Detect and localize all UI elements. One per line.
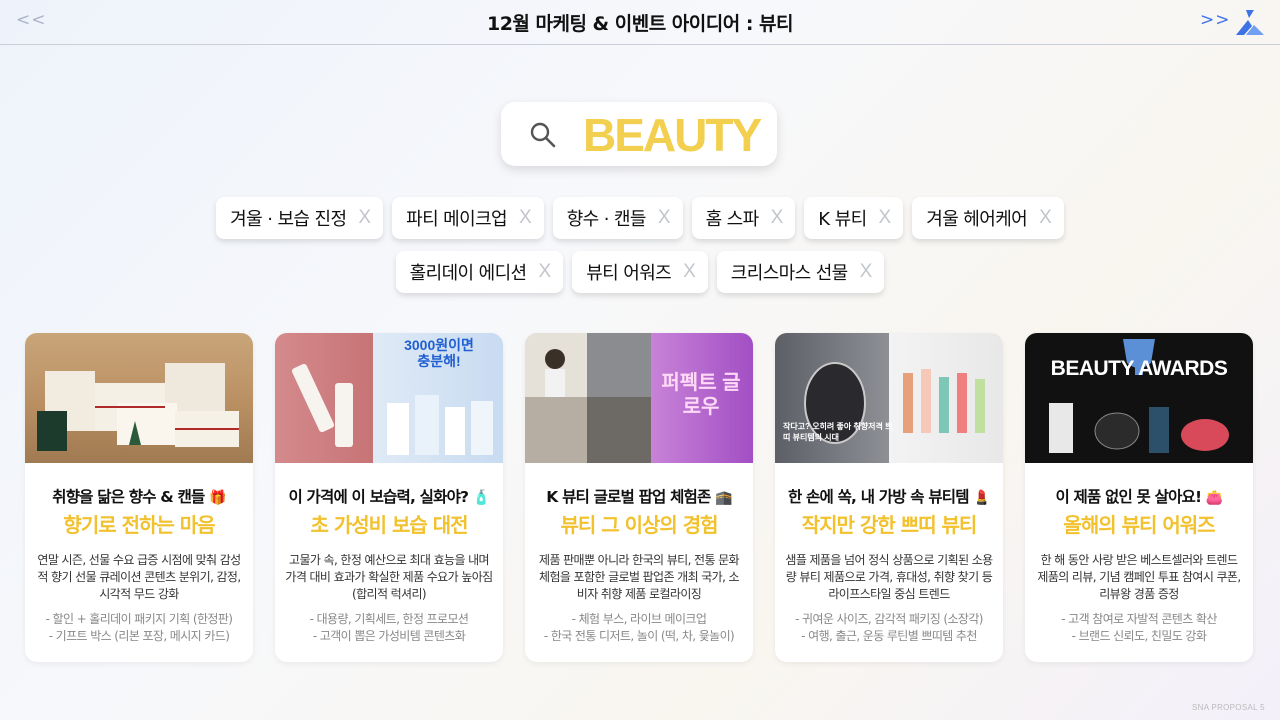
top-bar: << 12월 마케팅 & 이벤트 아이디어 : 뷰티 >> [0, 0, 1280, 45]
image-caption: 퍼펙트 글로우 [661, 372, 741, 418]
tag-beauty-awards[interactable]: 뷰티 어워즈 X [572, 251, 708, 293]
remove-tag-icon[interactable]: X [519, 207, 532, 229]
card-point: - 고객 참여로 자발적 콘텐츠 확산 [1061, 612, 1217, 626]
search-term: BEAUTY [583, 109, 762, 161]
card-point: - 귀여운 사이즈, 감각적 패키징 (소장각) [795, 612, 983, 626]
tag-holiday-edition[interactable]: 홀리데이 에디션 X [395, 251, 564, 293]
tag-party-makeup[interactable]: 파티 메이크업 X [392, 197, 544, 239]
card-highlight: 작지만 강한 쁘띠 뷰티 [801, 513, 978, 537]
remove-tag-icon[interactable]: X [879, 207, 892, 229]
card-point: - 한국 전통 디저트, 놀이 (떡, 차, 윷놀이) [543, 629, 735, 643]
lipstick-icon: 💄 [973, 490, 990, 506]
card-highlight: 향기로 전하는 마음 [63, 513, 215, 537]
card-title: 취향을 닮은 향수 & 캔들 🎁 [52, 488, 226, 506]
lotion-icon: 🧴 [472, 490, 490, 506]
tag-label: 겨울 헤어케어 [926, 209, 1028, 230]
card-points: - 고객 참여로 자발적 콘텐츠 확산 - 브랜드 신뢰도, 친밀도 강화 [1031, 611, 1247, 645]
card-title: 한 손에 쏙, 내 가방 속 뷰티템 💄 [788, 488, 991, 506]
idea-card-awards[interactable]: BEAUTY AWARDS 이 제품 없인 못 살아요! 👛 올해의 뷰티 어워… [1025, 333, 1253, 662]
card-points: - 할인 + 홀리데이 패키지 기획 (한정판) - 기프트 박스 (리본 포장… [31, 611, 247, 645]
idea-card-popup[interactable]: 퍼펙트 글로우 K 뷰티 글로벌 팝업 체험존 🕋 뷰티 그 이상의 경험 제품… [525, 333, 753, 662]
card-highlight: 뷰티 그 이상의 경험 [560, 513, 718, 537]
footer-page-label: SNA PROPOSAL 5 [1192, 703, 1265, 712]
tag-winter-moisture[interactable]: 겨울 · 보습 진정 X [216, 197, 384, 239]
gift-box-image [25, 333, 253, 463]
image-caption: BEAUTY AWARDS [1050, 357, 1228, 380]
idea-cards: 취향을 닮은 향수 & 캔들 🎁 향기로 전하는 마음 연말 시즌, 선물 수요… [25, 333, 1253, 662]
card-point: - 고객이 뽑은 가성비템 콘텐츠화 [312, 629, 466, 643]
tag-christmas-gift[interactable]: 크리스마스 선물 X [716, 251, 885, 293]
card-point: - 여행, 출근, 운동 루틴별 쁘띠템 추천 [801, 629, 977, 643]
tag-k-beauty[interactable]: K 뷰티 X [804, 197, 904, 239]
gift-icon: 🎁 [209, 490, 226, 506]
tag-label: K 뷰티 [818, 209, 867, 230]
remove-tag-icon[interactable]: X [860, 261, 873, 283]
card-points: - 귀여운 사이즈, 감각적 패키징 (소장각) - 여행, 출근, 운동 루틴… [781, 611, 997, 645]
card-description: 샘플 제품을 넘어 정식 상품으로 기획된 소용량 뷰티 제품으로 가격, 휴대… [785, 553, 993, 601]
card-point: - 대용량, 기획세트, 한정 프로모션 [309, 612, 469, 626]
card-description: 한 해 동안 사랑 받은 베스트셀러와 트렌드 제품의 리뷰, 기념 캠페인 투… [1037, 553, 1241, 601]
remove-tag-icon[interactable]: X [358, 207, 371, 229]
card-title: 이 가격에 이 보습력, 실화야? 🧴 [288, 488, 491, 506]
tag-winter-haircare[interactable]: 겨울 헤어케어 X [912, 197, 1064, 239]
search-icon [530, 122, 556, 148]
tag-home-spa[interactable]: 홈 스파 X [691, 197, 796, 239]
remove-tag-icon[interactable]: X [683, 261, 696, 283]
idea-card-moisture[interactable]: 3000원이면 충분해! 이 가격에 이 보습력, 실화야? 🧴 초 가성비 보… [275, 333, 503, 662]
popup-store-image: 퍼펙트 글로우 [525, 333, 753, 463]
mini-cosmetics-image: 작다고? 오히려 좋아 취향저격 쁘띠 뷰티템의 시대 [775, 333, 1003, 463]
card-point: - 기프트 박스 (리본 포장, 메시지 카드) [48, 629, 230, 643]
tag-label: 겨울 · 보습 진정 [230, 209, 347, 230]
card-points: - 대용량, 기획세트, 한정 프로모션 - 고객이 뽑은 가성비템 콘텐츠화 [281, 611, 497, 645]
tag-label: 뷰티 어워즈 [586, 263, 672, 284]
card-point: - 체험 부스, 라이브 메이크업 [571, 612, 707, 626]
tag-label: 향수 · 캔들 [566, 209, 647, 230]
image-caption: 3000원이면 충분해! [404, 337, 474, 369]
remove-tag-icon[interactable]: X [1039, 207, 1052, 229]
search-box[interactable]: BEAUTY [501, 102, 777, 166]
idea-card-petit[interactable]: 작다고? 오히려 좋아 취향저격 쁘띠 뷰티템의 시대 한 손에 쏙, 내 가방… [775, 333, 1003, 662]
tag-label: 홈 스파 [705, 209, 760, 230]
card-title: K 뷰티 글로벌 팝업 체험존 🕋 [546, 488, 732, 506]
idea-card-perfume[interactable]: 취향을 닮은 향수 & 캔들 🎁 향기로 전하는 마음 연말 시즌, 선물 수요… [25, 333, 253, 662]
tag-label: 크리스마스 선물 [730, 263, 848, 284]
card-highlight: 초 가성비 보습 대전 [310, 513, 468, 537]
remove-tag-icon[interactable]: X [658, 207, 671, 229]
kaaba-icon: 🕋 [715, 490, 732, 506]
image-caption: 작다고? 오히려 좋아 취향저격 쁘띠 뷰티템의 시대 [783, 422, 893, 442]
tag-row-2: 홀리데이 에디션 X 뷰티 어워즈 X 크리스마스 선물 X [0, 251, 1280, 293]
next-page-button[interactable]: >> [1200, 10, 1231, 30]
remove-tag-icon[interactable]: X [771, 207, 784, 229]
card-description: 고물가 속, 한정 예산으로 최대 효능을 내며 가격 대비 효과가 확실한 제… [285, 553, 493, 601]
tag-label: 홀리데이 에디션 [409, 263, 527, 284]
prev-page-button[interactable]: << [16, 10, 47, 30]
remove-tag-icon[interactable]: X [539, 261, 552, 283]
beauty-awards-image: BEAUTY AWARDS [1025, 333, 1253, 463]
card-description: 연말 시즌, 선물 수요 급증 시점에 맞춰 감성적 향기 선물 큐레이션 콘텐… [37, 553, 241, 601]
purse-icon: 👛 [1205, 490, 1223, 506]
tag-row-1: 겨울 · 보습 진정 X 파티 메이크업 X 향수 · 캔들 X 홈 스파 X … [0, 197, 1280, 239]
card-title: 이 제품 없인 못 살아요! 👛 [1055, 488, 1223, 506]
card-highlight: 올해의 뷰티 어워즈 [1063, 513, 1215, 537]
card-points: - 체험 부스, 라이브 메이크업 - 한국 전통 디저트, 놀이 (떡, 차,… [531, 611, 747, 645]
card-point: - 브랜드 신뢰도, 친밀도 강화 [1071, 629, 1207, 643]
brand-logo-icon [1236, 10, 1264, 35]
tag-label: 파티 메이크업 [406, 209, 507, 230]
page-title: 12월 마케팅 & 이벤트 아이디어 : 뷰티 [486, 12, 794, 35]
card-point: - 할인 + 홀리데이 패키지 기획 (한정판) [45, 612, 233, 626]
moisture-products-image: 3000원이면 충분해! [275, 333, 503, 463]
tag-perfume-candle[interactable]: 향수 · 캔들 X [552, 197, 683, 239]
card-description: 제품 판매뿐 아니라 한국의 뷰티, 전통 문화 체험을 포함한 글로벌 팝업존… [539, 553, 740, 601]
